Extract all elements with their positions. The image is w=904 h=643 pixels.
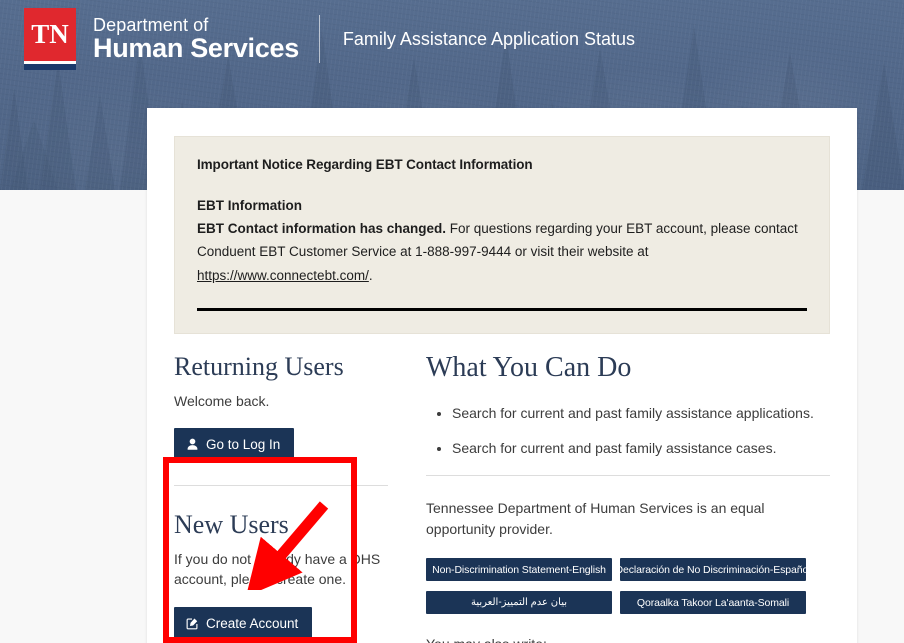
page-title: Family Assistance Application Status (342, 28, 636, 49)
new-users-heading: New Users (174, 509, 289, 539)
notice-title: Important Notice Regarding EBT Contact I… (197, 157, 533, 172)
notice-text-end: . (368, 267, 373, 283)
returning-users-panel: Returning Users Welcome back. Go to Log … (174, 352, 388, 461)
returning-users-lead: Welcome back. (174, 392, 270, 409)
department-line-2: Human Services (93, 32, 299, 63)
main-content-card: Important Notice Regarding EBT Contact I… (147, 108, 857, 643)
nondiscrimination-somali-button[interactable]: Qoraalka Takoor La'aanta-Somali (620, 591, 806, 615)
user-icon (186, 438, 199, 451)
department-line-1: Department of (93, 14, 209, 35)
header-divider (318, 15, 320, 63)
list-item: Search for current and past family assis… (452, 404, 830, 424)
go-to-log-in-label: Go to Log In (206, 436, 281, 452)
new-users-panel: New Users If you do not already have a D… (174, 510, 388, 640)
new-users-lead: If you do not already have a DHS account… (174, 550, 381, 587)
left-column-divider (174, 484, 388, 486)
nondiscrimination-english-button[interactable]: Non-Discrimination Statement-English (426, 558, 612, 582)
connectebt-link[interactable]: https://www.connectebt.com/ (197, 268, 369, 283)
logo-stripe-navy (24, 64, 76, 70)
notice-bold-lead: EBT Contact information has changed. (197, 221, 447, 237)
page-root: TN Department of Human Services Family A… (0, 0, 904, 643)
brand-header: TN Department of Human Services Family A… (24, 8, 635, 70)
ebt-notice-panel: Important Notice Regarding EBT Contact I… (174, 136, 830, 334)
you-may-also-write-text: You may also write: (426, 636, 830, 643)
department-name: Department of Human Services (93, 14, 299, 63)
nondiscrimination-buttons: Non-Discrimination Statement-English Dec… (426, 558, 830, 615)
left-column: Returning Users Welcome back. Go to Log … (174, 352, 400, 643)
right-column: What You Can Do Search for current and p… (400, 352, 830, 643)
nondiscrimination-spanish-button[interactable]: Declaración de No Discriminación-Español (620, 558, 806, 582)
nondiscrimination-arabic-button[interactable]: بيان عدم التمييز-العربية (426, 591, 612, 615)
notice-paragraph: EBT Contact information has changed. For… (197, 217, 807, 287)
notice-subheading: EBT Information (197, 198, 302, 213)
create-account-button[interactable]: Create Account (174, 606, 313, 640)
notice-body: EBT Information EBT Contact information … (197, 194, 807, 287)
list-item: Search for current and past family assis… (452, 439, 830, 459)
tn-logo-text: TN (31, 19, 69, 49)
returning-users-heading: Returning Users (174, 351, 344, 381)
go-to-log-in-button[interactable]: Go to Log In (174, 427, 295, 461)
what-you-can-do-heading: What You Can Do (426, 351, 632, 383)
right-column-divider (426, 475, 830, 477)
create-account-label: Create Account (206, 615, 299, 631)
what-you-can-do-list: Search for current and past family assis… (426, 404, 830, 459)
edit-square-icon (186, 617, 199, 630)
equal-opportunity-text: Tennessee Department of Human Services i… (426, 500, 765, 538)
content-columns: Returning Users Welcome back. Go to Log … (174, 352, 830, 643)
notice-horizontal-rule (197, 307, 807, 311)
tn-state-logo: TN (24, 8, 76, 70)
